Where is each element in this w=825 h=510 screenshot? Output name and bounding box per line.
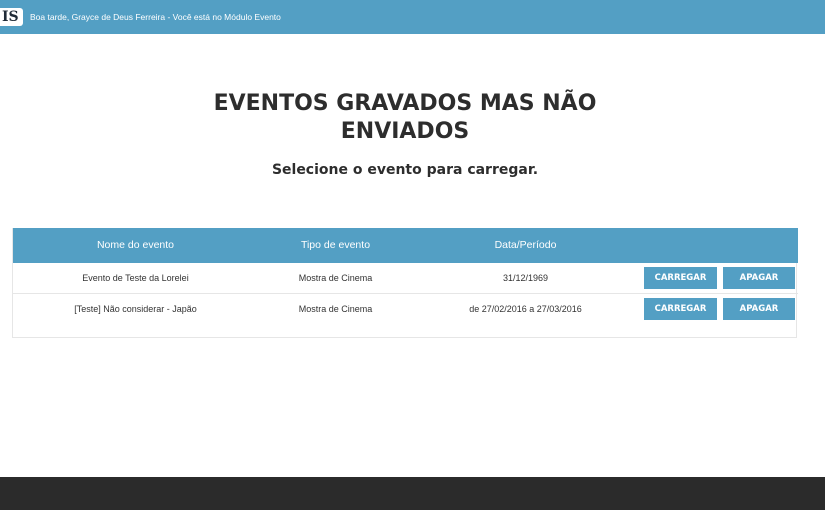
- events-table: Nome do evento Tipo de evento Data/Perío…: [12, 228, 798, 338]
- page-subtitle: Selecione o evento para carregar.: [271, 162, 539, 178]
- column-header-type: Tipo de evento: [300, 239, 371, 251]
- table-row: [Teste] Não considerar - Japão Mostra de…: [13, 294, 798, 324]
- top-bar: IS Boa tarde, Grayce de Deus Ferreira - …: [0, 0, 825, 34]
- column-header-name: Nome do evento: [96, 239, 175, 251]
- column-header-date: Data/Período: [494, 239, 557, 251]
- table-header: Nome do evento Tipo de evento Data/Perío…: [13, 228, 798, 263]
- page-title: EVENTOS GRAVADOS MAS NÃO ENVIADOS: [0, 90, 810, 146]
- event-type-cell: Mostra de Cinema: [298, 273, 373, 283]
- page-footer: [0, 477, 825, 510]
- event-type-cell: Mostra de Cinema: [298, 304, 373, 314]
- event-date-cell: de 27/02/2016 a 27/03/2016: [469, 304, 582, 314]
- page-title-line-1: EVENTOS GRAVADOS MAS NÃO: [213, 91, 597, 116]
- greeting-text: Boa tarde, Grayce de Deus Ferreira - Voc…: [30, 12, 281, 22]
- page-title-line-2: ENVIADOS: [340, 119, 470, 144]
- app-logo[interactable]: IS: [0, 8, 23, 26]
- delete-button[interactable]: APAGAR: [723, 298, 795, 320]
- event-date-cell: 31/12/1969: [502, 273, 549, 283]
- event-name-cell: [Teste] Não considerar - Japão: [74, 304, 197, 314]
- event-name-cell: Evento de Teste da Lorelei: [82, 273, 189, 283]
- table-row: Evento de Teste da Lorelei Mostra de Cin…: [13, 263, 798, 294]
- load-button[interactable]: CARREGAR: [644, 298, 717, 320]
- load-button[interactable]: CARREGAR: [644, 267, 717, 289]
- delete-button[interactable]: APAGAR: [723, 267, 795, 289]
